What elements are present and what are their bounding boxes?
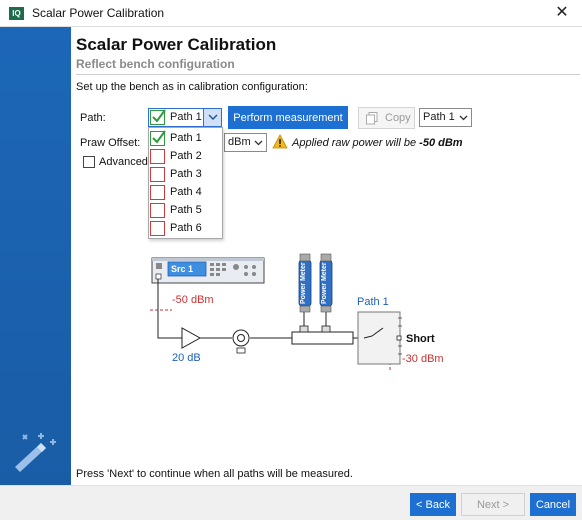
setup-instruction: Set up the bench as in calibration confi… — [76, 81, 308, 93]
directional-coupler-icon — [291, 325, 354, 345]
page-title: Scalar Power Calibration — [76, 35, 277, 54]
path-option-label: Path 2 — [170, 150, 202, 162]
chevron-down-icon — [459, 115, 468, 121]
path-option-checkbox[interactable] — [150, 130, 166, 146]
path-option[interactable]: Path 2 — [149, 147, 222, 165]
copy-button[interactable]: Copy — [358, 107, 415, 129]
magic-wand-icon — [15, 433, 56, 472]
advanced-checkbox[interactable] — [83, 156, 95, 168]
footer-instruction: Press 'Next' to continue when all paths … — [76, 468, 353, 480]
path-option-checkbox[interactable] — [150, 185, 165, 200]
chevron-down-icon — [208, 114, 218, 120]
path-option[interactable]: Path 6 — [149, 219, 222, 237]
path-option-checkbox[interactable] — [150, 203, 165, 218]
path-option-checkbox[interactable] — [150, 149, 165, 164]
wizard-sidebar — [0, 27, 71, 485]
port-power-label: -30 dBm — [402, 353, 444, 365]
power-meter-2-text: Power Meter — [321, 262, 328, 304]
amplifier-icon — [181, 327, 202, 349]
short-termination-label: Short — [406, 333, 435, 345]
source-label: Src 1 — [171, 264, 194, 274]
path-option[interactable]: Path 4 — [149, 183, 222, 201]
unit-select-value: dBm — [228, 136, 251, 148]
wizard-button-bar: < Back Next > Cancel — [0, 485, 582, 520]
copy-icon — [366, 112, 378, 125]
unit-select[interactable]: dBm — [224, 133, 267, 152]
path-box-label: Path 1 — [357, 296, 389, 308]
title-bar: IQ Scalar Power Calibration ✕ — [0, 0, 582, 27]
path-option[interactable]: Path 1 — [149, 129, 222, 147]
amplifier-gain-label: 20 dB — [172, 352, 201, 364]
path-option-label: Path 1 — [170, 132, 202, 144]
header-divider — [76, 74, 580, 75]
page-subtitle: Reflect bench configuration — [76, 57, 235, 71]
path-option-label: Path 5 — [170, 204, 202, 216]
source-power-label: -50 dBm — [172, 294, 214, 306]
window-title: Scalar Power Calibration — [32, 6, 165, 20]
cancel-button[interactable]: Cancel — [530, 493, 576, 516]
close-button[interactable]: ✕ — [552, 3, 572, 23]
path-select[interactable]: Path 1 — [148, 108, 222, 127]
path-dropdown-list: Path 1 Path 2 Path 3 Path 4 Path 5 Path … — [148, 127, 223, 239]
copy-target-select[interactable]: Path 1 — [419, 108, 472, 127]
path-option[interactable]: Path 3 — [149, 165, 222, 183]
path-option-label: Path 6 — [170, 222, 202, 234]
warning-icon — [272, 134, 288, 149]
path-option-label: Path 3 — [170, 168, 202, 180]
power-meter-1-text: Power Meter — [300, 262, 307, 304]
checkmark-icon — [152, 109, 166, 123]
perform-measurement-button[interactable]: Perform measurement — [228, 106, 348, 129]
path-option-checkbox[interactable] — [150, 167, 165, 182]
path-select-arrow[interactable] — [203, 109, 221, 126]
path-option[interactable]: Path 5 — [149, 201, 222, 219]
back-button[interactable]: < Back — [410, 493, 456, 516]
path-option-checkbox[interactable] — [150, 221, 165, 236]
path-switch-icon — [357, 311, 402, 365]
path-select-checkbox — [150, 109, 166, 125]
path-select-value: Path 1 — [170, 111, 202, 123]
applied-power-warning: Applied raw power will be -50 dBm — [292, 137, 463, 149]
path-option-label: Path 4 — [170, 186, 202, 198]
path-label: Path: — [80, 112, 106, 124]
checkmark-icon — [152, 130, 166, 144]
chevron-down-icon — [254, 140, 263, 146]
isolator-icon — [232, 329, 250, 354]
next-button[interactable]: Next > — [461, 493, 525, 516]
praw-offset-label: Praw Offset: — [80, 137, 141, 149]
advanced-label: Advanced — [99, 156, 148, 168]
warning-prefix: Applied raw power will be — [292, 137, 420, 149]
warning-value: -50 dBm — [419, 137, 463, 149]
copy-target-value: Path 1 — [423, 111, 455, 123]
signal-generator — [151, 257, 265, 284]
copy-button-label: Copy — [385, 112, 411, 124]
app-logo-icon: IQ — [9, 7, 24, 20]
